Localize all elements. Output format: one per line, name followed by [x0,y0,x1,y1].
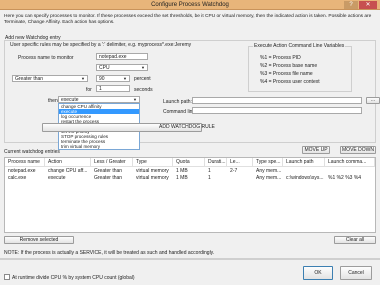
divide-cpu-label: At runtime divide CPU % by system CPU co… [12,275,135,281]
column-header[interactable]: Process name [5,158,45,167]
table-cell: notepad.exe [8,168,36,174]
action-option[interactable]: trim virtual memory [59,144,139,149]
table-cell [283,168,325,174]
threshold-unit: percent [134,76,151,82]
table-cell: execute [48,175,66,181]
table-cell: Greater than [94,168,123,174]
browse-label: ... [370,97,376,103]
duration-unit: seconds [134,87,153,93]
add-rule-label: ADD WATCHDOG RULE [159,124,215,130]
duration-input[interactable]: 1 [96,85,130,92]
remove-selected-button[interactable]: Remove selected [4,236,74,244]
close-button[interactable]: ✕ [359,1,377,9]
divide-cpu-checkbox[interactable] [4,274,10,280]
cancel-button[interactable]: Cancel [340,266,372,280]
compare-value: Greater than [15,76,44,82]
table-cell: 2-7 [230,168,238,174]
table-cell: change CPU aff... [48,168,88,174]
column-header[interactable]: Less / Greater [91,158,133,167]
user-rule-hint: User specific rules may be specified by … [10,42,192,48]
column-header[interactable]: Action [45,158,91,167]
help-icon: ? [349,2,353,8]
variables-group-box [248,46,352,92]
chevron-down-icon: ▼ [123,76,127,81]
table-cell: 1 MB [176,168,188,174]
variable-item: %3 = Process file name [260,71,313,77]
ok-label: OK [314,270,322,276]
service-note: NOTE: If the process is actually a SERVI… [4,250,215,256]
title-bar: Configure Process Watchdog ? ✕ [0,0,380,10]
variable-item: %2 = Process base name [260,63,318,69]
move-down-label: MOVE DOWN [342,147,374,153]
table-cell: 1 [208,168,211,174]
compare-select[interactable]: Greater than ▼ [12,75,88,82]
metric-select[interactable]: CPU ▼ [96,64,148,71]
table-cell [325,168,375,174]
table-row[interactable]: calc.exe execute Greater than virtual me… [5,175,375,181]
help-button[interactable]: ? [344,1,358,9]
table-cell: 1 [208,175,211,181]
dialog-body: Here you can specify processes to monito… [0,10,380,285]
table-cell [227,175,253,181]
then-label: then [48,98,58,104]
table-cell: %1 %2 %3 %4 [328,175,362,181]
intro-text: Here you can specify processes to monito… [4,14,372,25]
remove-selected-label: Remove selected [19,237,59,243]
entries-title: Current watchdog entries [4,149,60,155]
action-select[interactable]: execute ▼ [58,96,140,103]
chevron-down-icon: ▼ [141,65,145,70]
for-label: for [86,87,92,93]
table-header: Process name Action Less / Greater Type … [5,158,375,167]
threshold-value: 90 [99,76,105,82]
window-title: Configure Process Watchdog [151,2,229,8]
threshold-select[interactable]: 90 ▼ [96,75,130,82]
clear-all-label: Clear all [345,237,365,243]
variables-group-title: Execute Action Command Line Variables [253,43,346,49]
clear-all-button[interactable]: Clear all [334,236,376,244]
table-cell: calc.exe [8,175,27,181]
column-header[interactable]: Type spe... [253,158,283,167]
column-header[interactable]: Durati... [205,158,227,167]
column-header[interactable]: Launch comma... [325,158,375,167]
move-up-label: MOVE UP [304,147,328,153]
table-row[interactable]: notepad.exe change CPU aff... Greater th… [5,168,375,174]
process-label: Process name to monitor [18,55,74,61]
table-cell: Any mem... [256,175,282,181]
close-icon: ✕ [365,2,371,8]
process-name-input[interactable]: notepad.exe [96,53,148,60]
metric-value: CPU [99,65,110,71]
column-header[interactable]: Le... [227,158,253,167]
table-cell: c:\windows\sys... [286,175,324,181]
table-cell: virtual memory [136,175,169,181]
launch-path-label: Launch path: [163,99,192,105]
chevron-down-icon: ▼ [81,76,85,81]
move-up-button[interactable]: MOVE UP [302,146,330,154]
cancel-label: Cancel [348,270,364,276]
column-header[interactable]: Quota [173,158,205,167]
variable-item: %1 = Process PID [260,55,301,61]
launch-path-input[interactable] [192,97,362,104]
variable-item: %4 = Process user context [260,79,320,85]
table-cell: 1 MB [176,175,188,181]
add-watchdog-rule-button[interactable]: ADD WATCHDOG RULE [42,123,215,132]
watchdog-entries-table: Process name Action Less / Greater Type … [4,157,376,233]
column-header[interactable]: Type [133,158,173,167]
browse-button[interactable]: ... [366,97,380,104]
command-line-input[interactable] [192,107,362,114]
footer-divider [0,258,380,260]
table-cell: virtual memory [136,168,169,174]
table-cell: Greater than [94,175,123,181]
column-header[interactable]: Launch path [283,158,325,167]
move-down-button[interactable]: MOVE DOWN [340,146,376,154]
ok-button[interactable]: OK [303,266,333,280]
table-cell: Any mem... [256,168,282,174]
